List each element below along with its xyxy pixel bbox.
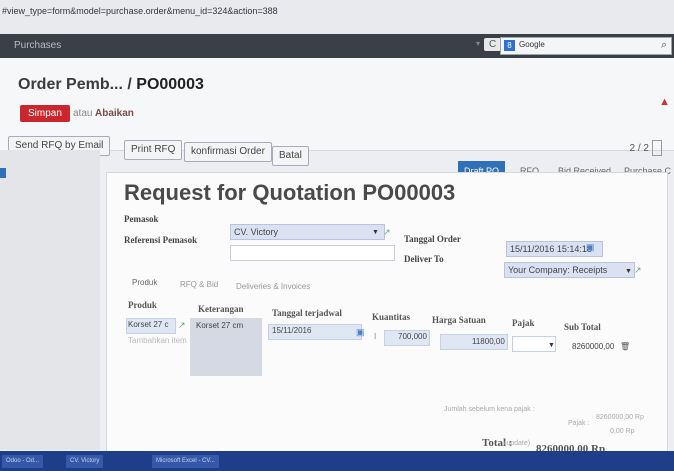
deliver-to-external-link-icon[interactable]: ↗: [634, 265, 642, 276]
search-icon[interactable]: ⌕: [661, 39, 667, 52]
breadcrumb-current: PO00003: [136, 76, 204, 93]
or-label: atau: [73, 108, 93, 119]
browser-search-box[interactable]: 8 Google ⌕: [500, 37, 672, 55]
product-cell[interactable]: Korset 27 c: [128, 318, 168, 332]
tax-dropdown-icon[interactable]: ▼: [548, 342, 555, 349]
taskbar-item-excel[interactable]: Microsoft Excel - CV...: [152, 455, 219, 468]
screen: #view_type=form&model=purchase.order&men…: [0, 0, 674, 471]
reference-field[interactable]: [230, 245, 395, 261]
calendar-icon[interactable]: ▣: [586, 242, 595, 253]
calendar-icon[interactable]: ▣: [356, 327, 365, 338]
product-external-link-icon[interactable]: ↗: [178, 320, 186, 331]
windows-taskbar: Odoo - Od... CV. Victory Microsoft Excel…: [0, 451, 674, 471]
top-navigation: Purchases ▾ C 8 Google ⌕: [0, 34, 674, 58]
print-rfq-button[interactable]: Print RFQ: [124, 140, 183, 160]
search-engine-label: Google: [519, 40, 545, 49]
order-date-value: 15/11/2016 15:14:18: [510, 244, 592, 254]
tax-total-label: Pajak :: [568, 420, 590, 427]
text-cursor-icon: I: [374, 332, 377, 341]
taskbar-item-cv-victory[interactable]: CV. Victory: [66, 455, 104, 468]
menu-purchases[interactable]: Purchases: [14, 40, 61, 51]
sidebar: [0, 150, 100, 450]
warning-icon[interactable]: ▲: [659, 96, 670, 108]
cancel-button[interactable]: Batal: [272, 146, 309, 166]
deliver-to-label: Deliver To: [404, 254, 444, 264]
save-button[interactable]: Simpan: [20, 105, 70, 122]
subtotal-cell: 8260000,00: [572, 342, 615, 351]
browser-url-bar[interactable]: #view_type=form&model=purchase.order&men…: [0, 0, 674, 35]
supplier-field[interactable]: CV. Victory: [230, 224, 385, 240]
discard-link[interactable]: Abaikan: [95, 108, 134, 119]
supplier-value: CV. Victory: [234, 227, 279, 237]
description-cell[interactable]: Korset 27 cm: [196, 319, 243, 333]
add-item-link[interactable]: Tambahkan item: [128, 334, 187, 348]
google-icon: 8: [504, 40, 515, 51]
untaxed-label: Jumlah sebelum kena pajak :: [444, 406, 535, 413]
total-update-hint[interactable]: (update): [504, 440, 530, 447]
reference-label: Referensi Pemasok: [124, 235, 198, 245]
unit-price-cell[interactable]: 11800,00: [472, 335, 505, 349]
refresh-icon[interactable]: C: [484, 38, 502, 51]
deliver-to-field[interactable]: Your Company: Receipts: [504, 262, 635, 278]
col-kuantitas[interactable]: Kuantitas: [372, 312, 410, 322]
col-harga-satuan[interactable]: Harga Satuan: [432, 315, 486, 325]
order-date-label: Tanggal Order: [404, 234, 461, 244]
tab-produk[interactable]: Produk: [132, 278, 157, 287]
breadcrumb-parent[interactable]: Order Pemb...: [18, 76, 123, 93]
untaxed-value: 8260000,00 Rp: [596, 414, 644, 421]
sidebar-active-marker: [0, 168, 6, 178]
supplier-dropdown-icon[interactable]: ▼: [372, 229, 379, 236]
quantity-cell[interactable]: 700,000: [398, 330, 427, 344]
url-text[interactable]: #view_type=form&model=purchase.order&men…: [2, 6, 278, 16]
confirm-order-button[interactable]: konfirmasi Order: [184, 142, 272, 162]
page-title: Request for Quotation PO00003: [124, 180, 456, 205]
tab-rfq-bid[interactable]: RFQ & Bid: [180, 280, 218, 289]
taskbar-item-odoo[interactable]: Odoo - Od...: [2, 455, 44, 468]
col-sub-total[interactable]: Sub Total: [564, 322, 601, 332]
dropdown-icon[interactable]: ▾: [476, 39, 480, 48]
breadcrumb: Order Pemb... / PO00003: [18, 76, 204, 94]
tab-deliveries-invoices[interactable]: Deliveries & Invoices: [236, 282, 310, 291]
breadcrumb-separator: /: [122, 76, 137, 93]
col-produk[interactable]: Produk: [128, 300, 157, 310]
tax-total-value: 0,00 Rp: [610, 428, 635, 435]
pager: 2 / 2: [627, 140, 662, 156]
supplier-label: Pemasok: [124, 214, 159, 224]
trash-icon[interactable]: 🗑: [620, 340, 630, 354]
col-keterangan[interactable]: Keterangan: [198, 304, 244, 314]
deliver-to-dropdown-icon[interactable]: ▼: [625, 268, 632, 275]
deliver-to-value: Your Company: Receipts: [508, 265, 608, 275]
supplier-external-link-icon[interactable]: ↗: [383, 227, 391, 238]
date-cell[interactable]: 15/11/2016: [272, 324, 311, 338]
pager-value: 2 / 2: [629, 142, 649, 154]
col-tanggal-terjadwal[interactable]: Tanggal terjadwal: [272, 308, 342, 318]
pager-next-button[interactable]: [652, 140, 662, 156]
col-pajak[interactable]: Pajak: [512, 318, 535, 328]
